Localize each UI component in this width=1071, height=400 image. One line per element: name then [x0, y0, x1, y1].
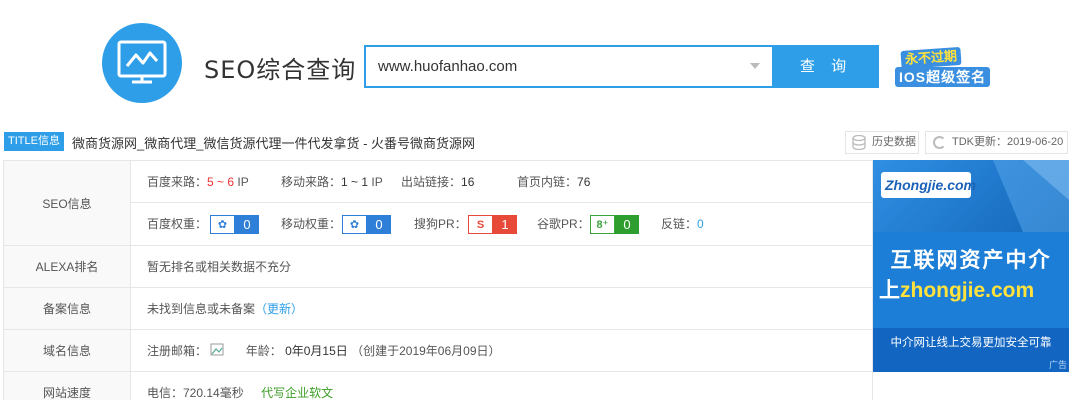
search-box	[364, 45, 774, 88]
baidu-weight-value: 0	[235, 215, 259, 234]
email-key: 注册邮箱：	[147, 344, 208, 358]
backlinks-link[interactable]: 0	[697, 217, 704, 231]
ad-line2: IOS超级签名	[895, 67, 991, 87]
ad-bottom: 中介网让线上交易更加安全可靠	[873, 328, 1069, 372]
paw-icon: ✿	[210, 215, 235, 234]
speed-value: 电信：720.14毫秒 代写企业软文	[147, 372, 333, 400]
beian-label: 备案信息	[4, 288, 131, 329]
alexa-label: ALEXA排名	[4, 246, 131, 287]
site-title: 微商货源网_微商代理_微信货源代理一件代发拿货 - 火番号微商货源网	[72, 136, 476, 151]
tdk-label: TDK更新：2019-06-20	[952, 136, 1064, 148]
promo-link[interactable]: 代写企业软文	[261, 386, 333, 400]
backlinks-key: 反链：	[661, 217, 698, 231]
speed-row: 网站速度 电信：720.14毫秒 代写企业软文	[4, 372, 872, 400]
baidu-traffic-unit: IP	[234, 175, 249, 189]
created-date: （创建于2019年06月09日）	[351, 344, 501, 358]
beian-text: 未找到信息或未备案	[147, 302, 256, 316]
innerlinks-value: 76	[577, 175, 591, 189]
telecom-speed: 电信：720.14毫秒	[147, 386, 244, 400]
baidu-traffic-value: 5 ~ 6	[207, 175, 235, 189]
page-title: SEO综合查询	[204, 56, 357, 84]
dropdown-caret-icon[interactable]	[750, 63, 760, 69]
tdk-update-button[interactable]: TDK更新：2019-06-20	[925, 131, 1068, 154]
alexa-value: 暂无排名或相关数据不充分	[147, 260, 292, 274]
title-row: TITLE信息 微商货源网_微商代理_微信货源代理一件代发拿货 - 火番号微商货…	[0, 128, 1071, 158]
mobile-traffic-value: 1 ~ 1	[341, 175, 369, 189]
backlinks: 反链：0	[661, 203, 704, 245]
broken-image-icon	[210, 343, 224, 356]
seo-traffic-row: 百度来路：5 ~ 6 IP 移动来路：1 ~ 1 IP 出站链接：16 首页内链…	[131, 161, 872, 203]
seo-table: SEO信息 百度来路：5 ~ 6 IP 移动来路：1 ~ 1 IP 出站链接：1…	[3, 160, 873, 400]
google-plus-icon: 8⁺	[590, 215, 615, 234]
zhongjie-ad[interactable]: Zhongjie.com 互联网资产中介 上zhongjie.com 中介网让线…	[873, 160, 1069, 372]
baidu-weight-key: 百度权重：	[147, 217, 208, 231]
sogou-pr-badge[interactable]: S 1	[468, 215, 517, 234]
outlinks-key: 出站链接：	[401, 175, 462, 189]
speed-label: 网站速度	[4, 372, 131, 400]
sogou-icon: S	[468, 215, 493, 234]
chart-screen-icon	[117, 40, 167, 84]
search-button[interactable]: 查 询	[773, 45, 879, 88]
sogou-pr-value: 1	[493, 215, 517, 234]
header: SEO综合查询 查 询 永不过期 IOS超级签名	[0, 0, 1071, 128]
domain-row: 域名信息 注册邮箱： 年龄： 0年0月15日 （创建于2019年06月09日）	[4, 330, 872, 372]
mobile-weight-key: 移动权重：	[281, 217, 342, 231]
baidu-traffic: 百度来路：5 ~ 6 IP	[147, 161, 249, 203]
seo-info-row: SEO信息 百度来路：5 ~ 6 IP 移动来路：1 ~ 1 IP 出站链接：1…	[4, 161, 872, 246]
mobile-weight-value: 0	[367, 215, 391, 234]
logo[interactable]	[102, 23, 182, 103]
mobile-traffic-unit: IP	[368, 175, 383, 189]
history-data-button[interactable]: 历史数据	[845, 131, 919, 154]
ad-subline: 上zhongjie.com	[879, 274, 1034, 304]
sogou-pr-key: 搜狗PR：	[414, 217, 467, 231]
baidu-traffic-key: 百度来路：	[147, 175, 208, 189]
ad-domain: zhongjie.com	[900, 279, 1035, 302]
ad-subline-prefix: 上	[879, 279, 900, 302]
beian-refresh-link[interactable]: （更新）	[255, 302, 303, 316]
ad-tag: 广告	[1048, 360, 1067, 370]
google-pr-key: 谷歌PR：	[537, 217, 590, 231]
domain-label: 域名信息	[4, 330, 131, 371]
google-pr-value: 0	[615, 215, 639, 234]
ad-line1: 永不过期	[900, 46, 962, 70]
title-tag: TITLE信息	[4, 132, 64, 151]
outlinks-value: 16	[461, 175, 475, 189]
seo-info-label: SEO信息	[4, 161, 131, 245]
baidu-weight-badge[interactable]: ✿ 0	[210, 215, 259, 234]
refresh-icon	[933, 136, 946, 149]
beian-value: 未找到信息或未备案（更新）	[147, 288, 303, 330]
google-pr-badge[interactable]: 8⁺ 0	[590, 215, 639, 234]
ad-headline: 互联网资产中介	[890, 249, 1052, 272]
zhongjie-logo: Zhongjie.com	[881, 172, 976, 198]
database-icon	[852, 135, 866, 150]
mobile-weight-badge[interactable]: ✿ 0	[342, 215, 391, 234]
ios-signing-ad[interactable]: 永不过期 IOS超级签名	[889, 45, 999, 91]
age-value: 0年0月15日	[285, 344, 348, 358]
homepage-inner-links: 首页内链：76	[517, 161, 590, 203]
domain-value: 注册邮箱： 年龄： 0年0月15日 （创建于2019年06月09日）	[147, 330, 501, 372]
history-label: 历史数据	[872, 136, 916, 148]
beian-row: 备案信息 未找到信息或未备案（更新）	[4, 288, 872, 330]
age-key: 年龄：	[245, 344, 282, 358]
search-input[interactable]	[366, 47, 736, 86]
mobile-traffic-key: 移动来路：	[281, 175, 342, 189]
alexa-row: ALEXA排名 暂无排名或相关数据不充分	[4, 246, 872, 288]
outbound-links: 出站链接：16	[401, 161, 474, 203]
paw-icon: ✿	[342, 215, 367, 234]
mobile-traffic: 移动来路：1 ~ 1 IP	[281, 161, 383, 203]
innerlinks-key: 首页内链：	[517, 175, 578, 189]
seo-weight-row: 百度权重： ✿ 0 移动权重： ✿ 0 搜狗PR： S 1 谷歌PR： 8⁺ 0…	[131, 203, 872, 245]
